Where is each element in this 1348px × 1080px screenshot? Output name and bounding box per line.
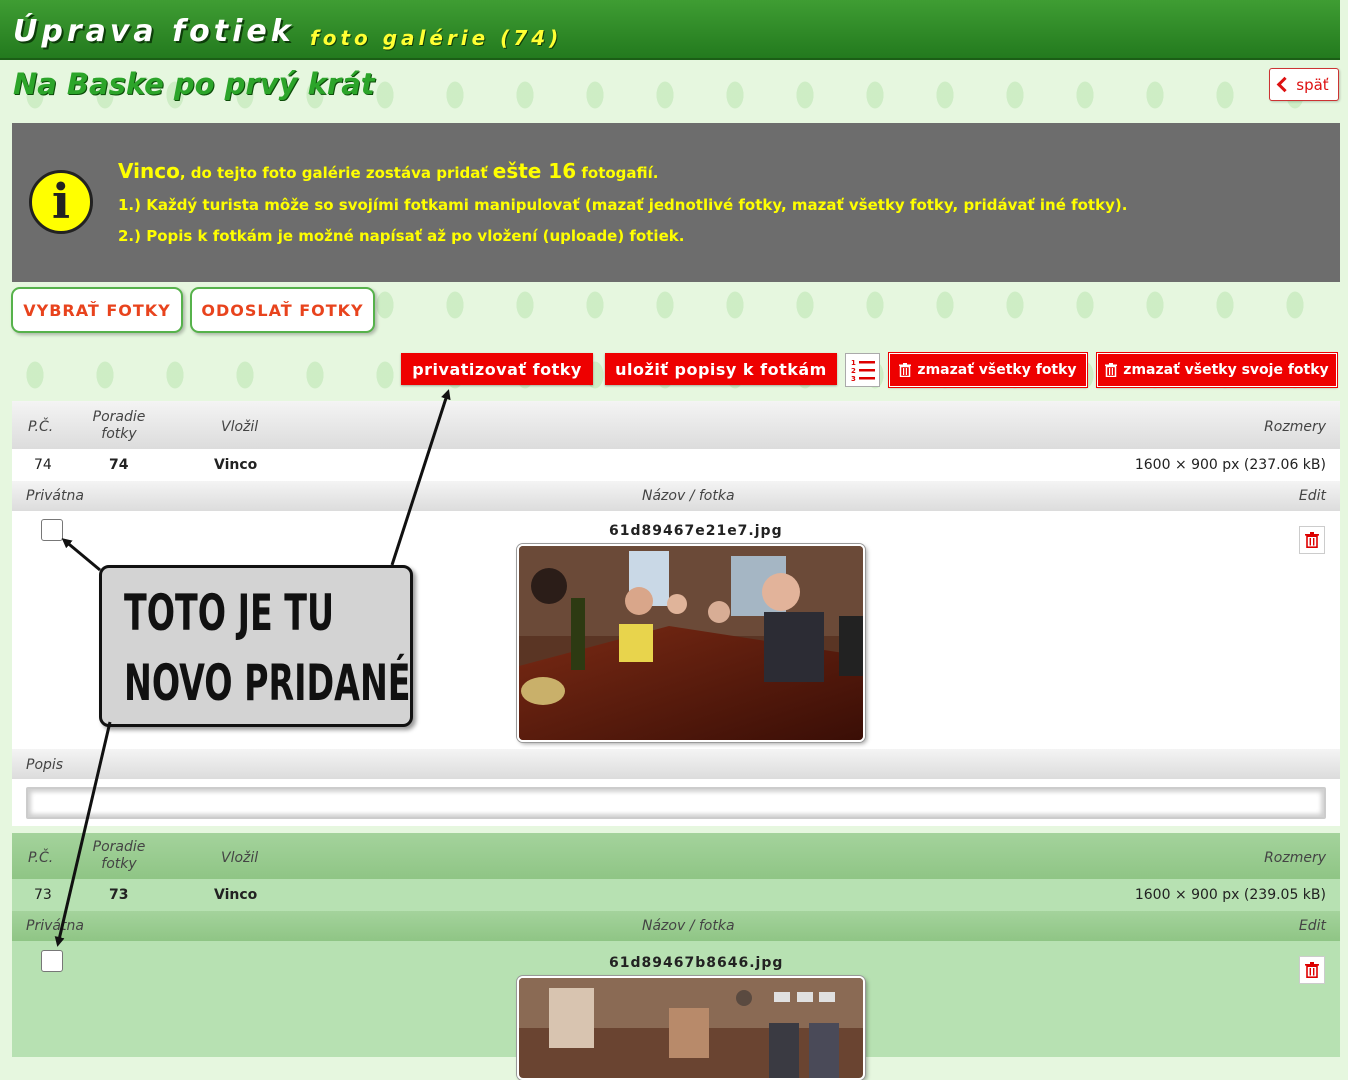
save-descriptions-button[interactable]: uložiť popisy k fotkám <box>605 353 837 385</box>
col-order-l2: fotky <box>101 426 137 442</box>
photo-order: 74 <box>109 457 129 473</box>
privatize-photos-button[interactable]: privatizovať fotky <box>401 353 593 385</box>
col-private: Privátna <box>26 488 84 504</box>
delete-own-label: zmazať všetky svoje fotky <box>1123 362 1329 378</box>
reorder-list-button[interactable]: 1 2 3 <box>845 353 880 387</box>
ordered-list-icon: 1 2 3 <box>851 359 875 382</box>
table-row: 74 74 Vinco 1600 × 900 px (237.06 kB) <box>12 449 1340 481</box>
col-pc: P.Č. <box>28 419 54 435</box>
photo-filename: 61d89467e21e7.jpg <box>609 523 783 539</box>
photo-size: 1600 × 900 px (237.06 kB) <box>1134 457 1326 473</box>
delete-photo-button[interactable] <box>1299 956 1325 984</box>
trash-icon <box>1305 532 1319 548</box>
annotation-text: TOTO JE TU NOVO PRIDANÉ <box>124 578 411 718</box>
back-button-label: späť <box>1296 75 1329 94</box>
svg-text:2: 2 <box>851 367 856 375</box>
col-pc: P.Č. <box>28 850 54 866</box>
top-header: Úprava fotiek foto galérie (74) <box>0 0 1340 60</box>
col-private: Privátna <box>26 918 84 934</box>
info-remaining: ešte 16 <box>492 159 577 183</box>
photo-filename: 61d89467b8646.jpg <box>609 955 784 971</box>
table-row: 73 73 Vinco 1600 × 900 px (239.05 kB) <box>12 879 1340 911</box>
info-line2: 1.) Každý turista môže so svojími fotkam… <box>118 196 1128 214</box>
annotation-line2: NOVO PRIDANÉ <box>124 654 411 712</box>
col-order: Poradie fotky <box>92 409 146 443</box>
photo-image <box>519 978 863 1078</box>
col-name: Názov / fotka <box>642 488 735 504</box>
col-author: Vložil <box>221 850 259 866</box>
description-input[interactable] <box>26 787 1326 819</box>
delete-all-photos-button[interactable]: zmazať všetky fotky <box>888 352 1088 388</box>
table-subheader: Privátna Názov / fotka Edit <box>12 911 1340 941</box>
col-order-l1: Poradie <box>92 839 146 855</box>
table-header: P.Č. Poradie fotky Vložil Rozmery <box>12 401 1340 449</box>
photo-thumbnail[interactable] <box>517 976 865 1080</box>
annotation-callout: TOTO JE TU NOVO PRIDANÉ <box>99 565 413 727</box>
trash-icon <box>1105 363 1118 377</box>
trash-icon <box>1305 962 1319 978</box>
col-order-l1: Poradie <box>92 409 146 425</box>
page-title: Úprava fotiek <box>13 14 295 49</box>
col-order: Poradie fotky <box>92 839 146 873</box>
photo-pc: 74 <box>34 457 52 473</box>
private-checkbox[interactable] <box>41 950 63 972</box>
col-author: Vložil <box>221 419 259 435</box>
col-desc: Popis <box>26 757 64 773</box>
info-line1-end: fotogafií. <box>576 164 659 182</box>
svg-text:1: 1 <box>851 359 856 367</box>
photo-pc: 73 <box>34 887 52 903</box>
info-box: i Vinco, do tejto foto galérie zostáva p… <box>12 123 1340 282</box>
col-order-l2: fotky <box>101 856 137 872</box>
col-size: Rozmery <box>1264 850 1326 866</box>
photo-size: 1600 × 900 px (239.05 kB) <box>1134 887 1326 903</box>
select-photos-button[interactable]: VYBRAŤ FOTKY <box>11 287 183 333</box>
description-header: Popis <box>12 749 1340 779</box>
info-text: Vinco, do tejto foto galérie zostáva pri… <box>118 159 1127 245</box>
page-subtitle: foto galérie (74) <box>310 26 563 50</box>
back-button[interactable]: späť <box>1269 68 1339 101</box>
chevron-left-icon <box>1277 76 1293 93</box>
svg-text:3: 3 <box>851 375 856 382</box>
col-edit: Edit <box>1298 918 1326 934</box>
info-line3: 2.) Popis k fotkám je možné napísať až p… <box>118 227 685 245</box>
delete-photo-button[interactable] <box>1299 526 1325 554</box>
photo-image <box>519 546 863 740</box>
delete-own-photos-button[interactable]: zmazať všetky svoje fotky <box>1096 352 1338 388</box>
col-name: Názov / fotka <box>642 918 735 934</box>
annotation-line1: TOTO JE TU <box>124 584 335 642</box>
col-size: Rozmery <box>1264 419 1326 435</box>
photo-thumbnail[interactable] <box>517 544 865 742</box>
info-icon: i <box>29 170 93 234</box>
col-edit: Edit <box>1298 488 1326 504</box>
gallery-title: Na Baske po prvý krát <box>13 67 375 101</box>
photo-author: Vinco <box>214 457 258 473</box>
send-photos-button[interactable]: ODOSLAŤ FOTKY <box>190 287 375 333</box>
description-body <box>12 779 1340 826</box>
photo-author: Vinco <box>214 887 258 903</box>
photo-body: 61d89467b8646.jpg <box>12 941 1340 1080</box>
private-checkbox[interactable] <box>41 519 63 541</box>
table-header: P.Č. Poradie fotky Vložil Rozmery <box>12 833 1340 879</box>
delete-all-label: zmazať všetky fotky <box>917 362 1077 378</box>
table-subheader: Privátna Názov / fotka Edit <box>12 481 1340 511</box>
photo-entry: P.Č. Poradie fotky Vložil Rozmery 73 73 V… <box>12 833 1340 1080</box>
photo-order: 73 <box>109 887 129 903</box>
trash-icon <box>899 363 912 377</box>
info-user: Vinco <box>118 159 180 183</box>
info-line1-mid: , do tejto foto galérie zostáva pridať <box>179 164 493 182</box>
